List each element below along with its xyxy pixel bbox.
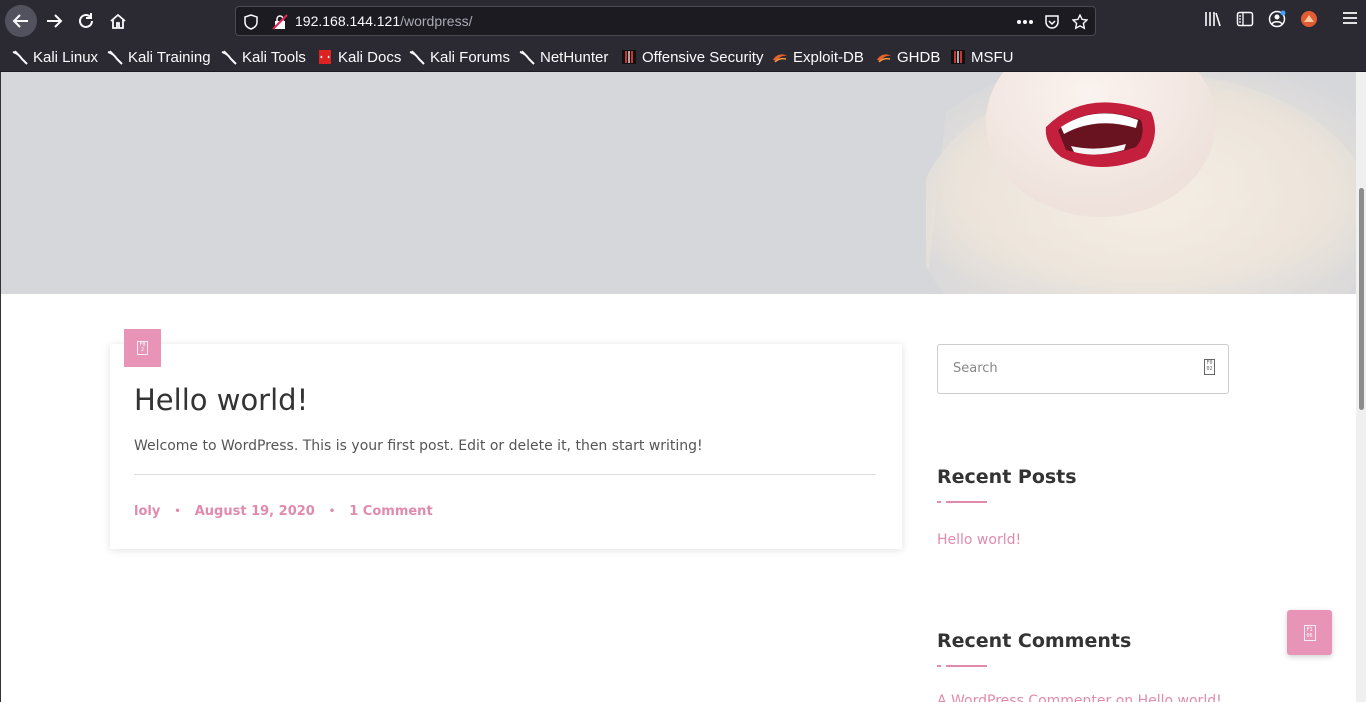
bookmark-label: Kali Forums bbox=[430, 48, 511, 66]
sidebar-icon[interactable] bbox=[1236, 10, 1254, 28]
bookmark-exploit-db[interactable]: Exploit-DB bbox=[772, 47, 864, 67]
pocket-icon[interactable] bbox=[1044, 14, 1060, 30]
header-banner bbox=[1, 72, 1366, 294]
recent-post-link[interactable]: Hello world! bbox=[937, 532, 1021, 548]
bookmark-offensive-security[interactable]: Offensive Security bbox=[621, 47, 763, 67]
search-widget: F002 bbox=[937, 344, 1229, 394]
bookmark-kali-training[interactable]: Kali Training bbox=[107, 47, 211, 67]
reload-button[interactable] bbox=[70, 5, 102, 37]
bookmark-label: NetHunter bbox=[540, 48, 609, 66]
offsec-icon bbox=[622, 50, 636, 64]
home-icon bbox=[110, 13, 126, 29]
kali-dragon-icon bbox=[107, 50, 123, 65]
home-button[interactable] bbox=[102, 5, 134, 37]
scrollbar-thumb[interactable] bbox=[1359, 188, 1364, 410]
arrow-right-icon bbox=[47, 14, 63, 28]
back-to-top-button[interactable]: F1 06 bbox=[1287, 610, 1332, 655]
document-icon: F0 2 bbox=[137, 341, 148, 355]
recent-posts-title: Recent Posts bbox=[937, 466, 1077, 488]
bookmark-ghdb[interactable]: GHDB bbox=[876, 47, 940, 67]
kali-dragon-icon bbox=[519, 50, 535, 65]
post-title[interactable]: Hello world! bbox=[134, 383, 308, 417]
exploitdb-icon bbox=[773, 54, 787, 63]
post-author-link[interactable]: loly bbox=[134, 504, 160, 519]
kali-dragon-icon bbox=[12, 50, 28, 65]
url-path: /wordpress/ bbox=[400, 13, 473, 29]
recent-comments-title: Recent Comments bbox=[937, 630, 1132, 652]
offsec-icon bbox=[951, 50, 965, 64]
extension-icon[interactable] bbox=[1300, 10, 1318, 28]
browser-toolbar: 192.168.144.121/wordpress/ bbox=[0, 0, 1366, 42]
post-date-link[interactable]: August 19, 2020 bbox=[195, 504, 315, 519]
bookmark-label: Offensive Security bbox=[642, 48, 764, 66]
meta-separator: • bbox=[328, 506, 336, 517]
meta-separator: • bbox=[174, 506, 181, 517]
library-icon[interactable] bbox=[1204, 10, 1222, 28]
bookmark-kali-forums[interactable]: Kali Forums bbox=[409, 47, 510, 67]
bookmark-label: Kali Tools bbox=[242, 48, 306, 66]
bookmark-kali-linux[interactable]: Kali Linux bbox=[12, 47, 98, 67]
kali-docs-icon bbox=[319, 50, 331, 64]
bookmark-label: Kali Training bbox=[128, 48, 211, 66]
bookmark-label: Kali Linux bbox=[33, 48, 99, 66]
page-actions-icon[interactable] bbox=[1016, 19, 1034, 25]
menu-hamburger-icon[interactable] bbox=[1342, 10, 1358, 26]
bookmark-label: Kali Docs bbox=[338, 48, 402, 66]
post-excerpt: Welcome to WordPress. This is your first… bbox=[134, 438, 703, 454]
recent-comment-link[interactable]: A WordPress Commenter on Hello world! bbox=[937, 693, 1222, 702]
bookmarks-toolbar: Kali Linux Kali Training Kali Tools Kali… bbox=[0, 42, 1366, 72]
url-host: 192.168.144.121 bbox=[295, 13, 401, 29]
bookmark-kali-docs[interactable]: Kali Docs bbox=[317, 47, 401, 67]
url-text[interactable]: 192.168.144.121/wordpress/ bbox=[295, 13, 472, 29]
search-input[interactable] bbox=[953, 361, 1183, 376]
exploitdb-icon bbox=[877, 54, 891, 63]
banner-image bbox=[926, 72, 1366, 294]
bookmark-nethunter[interactable]: NetHunter bbox=[519, 47, 608, 67]
shield-icon[interactable] bbox=[244, 14, 258, 30]
bookmark-kali-tools[interactable]: Kali Tools bbox=[221, 47, 306, 67]
bookmark-label: Exploit-DB bbox=[793, 48, 864, 66]
bookmark-msfu[interactable]: MSFU bbox=[950, 47, 1014, 67]
bookmark-label: GHDB bbox=[897, 48, 941, 66]
reload-icon bbox=[79, 13, 93, 28]
account-icon[interactable] bbox=[1268, 10, 1286, 28]
post-divider bbox=[134, 474, 876, 475]
back-button[interactable] bbox=[5, 5, 37, 37]
post-format-badge: F0 2 bbox=[124, 329, 161, 367]
url-bar[interactable]: 192.168.144.121/wordpress/ bbox=[235, 6, 1096, 36]
kali-dragon-icon bbox=[409, 50, 425, 65]
post-comments-link[interactable]: 1 Comment bbox=[349, 504, 432, 519]
bookmark-star-icon[interactable] bbox=[1072, 14, 1088, 30]
search-icon[interactable]: F0 02 bbox=[1204, 359, 1215, 375]
post-meta: loly • August 19, 2020 • 1 Comment bbox=[134, 504, 433, 519]
kali-dragon-icon bbox=[221, 50, 237, 65]
insecure-lock-icon[interactable] bbox=[272, 14, 288, 30]
arrow-left-icon bbox=[12, 14, 28, 28]
arrow-up-icon: F1 06 bbox=[1303, 624, 1316, 641]
forward-button[interactable] bbox=[38, 5, 70, 37]
bookmark-label: MSFU bbox=[971, 48, 1014, 66]
